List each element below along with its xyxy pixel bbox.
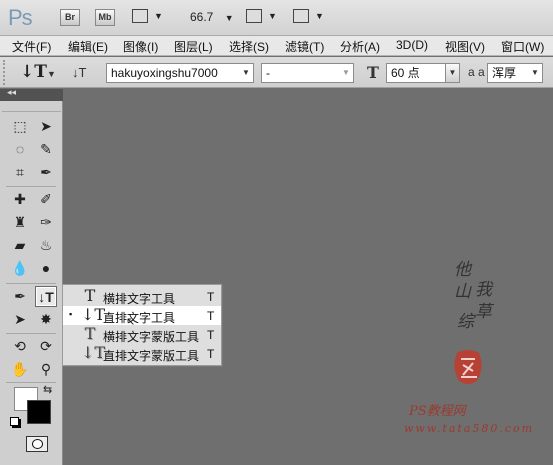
crop-tool[interactable]: ⌗ [9,162,31,183]
menu-3d[interactable]: 3D(D) [396,38,428,52]
dodge-tool[interactable]: ● [35,258,57,279]
menu-select[interactable]: 选择(S) [229,38,269,55]
lasso-tool[interactable]: ◌ [9,139,31,160]
vertical-type-tool-preset-icon[interactable]: ↓T [20,62,47,82]
clone-stamp-tool[interactable]: ♜ [9,212,31,233]
watermark-url: www.tata580.com [404,422,535,435]
toggle-text-orientation-icon[interactable]: ↓T [72,65,86,80]
menu-view[interactable]: 视图(V) [445,38,485,55]
vertical-type-tool[interactable]: ↓T [35,286,57,307]
history-brush-tool[interactable]: ✑ [35,212,57,233]
menu-filter[interactable]: 滤镜(T) [285,38,324,55]
brush-tool[interactable]: ✐ [35,189,57,210]
rectangular-marquee-tool[interactable]: ⬚ [9,116,31,137]
font-style-select[interactable]: - ▼ [261,63,354,83]
font-family-value: hakuyoxingshu7000 [111,66,218,80]
font-style-value: - [266,66,270,80]
tools-panel: ◂◂ ⬚ ➤ ◌ ✎ ⌗ ✒ ✚ ✐ ♜ ✑ ▰ ♨ 💧 ● ✒ ↓T ➤ ✸ … [0,87,63,465]
layout-grid-icon [246,9,262,23]
collapse-icon[interactable]: ◂◂ [7,87,16,98]
font-family-select[interactable]: hakuyoxingshu7000 ▼ [106,63,254,83]
tools-panel-grip[interactable] [2,102,61,112]
3d-orbit-tool[interactable]: ⟳ [35,336,57,357]
paint-bucket-tool[interactable]: ♨ [35,235,57,256]
antialias-value: 浑厚 [492,66,517,80]
quick-mask-icon [32,439,43,449]
watermark-site-name: PS教程网 [409,404,466,419]
zoom-value: 66.7 [190,10,214,24]
swap-colors-icon[interactable]: ⇆ [43,383,52,396]
red-seal-stamp [454,350,482,384]
hand-tool[interactable]: ✋ [9,359,31,380]
menu-file[interactable]: 文件(F) [12,38,51,55]
toolbox-divider [6,283,56,284]
blur-tool[interactable]: 💧 [9,258,31,279]
antialias-select[interactable]: 浑厚 ▼ [487,63,543,83]
chevron-down-icon: ▼ [445,64,459,82]
font-size-value: 60 点 [391,66,420,80]
eyedropper-tool[interactable]: ✒ [35,162,57,183]
chevron-down-icon: ▼ [315,11,324,21]
launch-bridge-button[interactable]: Br [60,9,80,26]
screen-mode-icon [293,9,309,23]
chevron-down-icon: ▼ [268,11,277,21]
zoom-tool[interactable]: ⚲ [35,359,57,380]
options-bar-grip[interactable] [3,60,7,85]
launch-minibridge-button[interactable]: Mb [95,9,115,26]
font-size-icon: T [367,63,379,82]
quick-selection-tool[interactable]: ✎ [35,139,57,160]
zoom-level-dropdown[interactable]: 66.7 ▼ [190,10,234,24]
3d-rotate-tool[interactable]: ⟲ [9,336,31,357]
photoshop-logo: Ps [8,5,33,30]
canvas-area[interactable]: 他山 我草 综 PS教程网 www.tata580.com [64,89,553,465]
options-bar: ↓T ▼ ↓T hakuyoxingshu7000 ▼ - ▼ T 60 点 ▼… [0,57,553,88]
watermark-column-2: 我草 [475,280,492,322]
custom-shape-tool[interactable]: ✸ [35,309,57,330]
watermark-column-3: 综 [457,312,474,332]
toolbox-divider [6,333,56,334]
menu-bar: 文件(F) 编辑(E) 图像(I) 图层(L) 选择(S) 滤镜(T) 分析(A… [0,36,553,56]
application-bar: Ps Br Mb ▼ 66.7 ▼ ▼ ▼ [0,0,553,36]
toolbox-divider [6,186,56,187]
antialias-icon: a a [468,65,485,79]
watermark-column-1: 他山 [454,260,471,302]
chevron-down-icon: ▼ [154,11,163,21]
chevron-down-icon: ▼ [531,68,539,77]
spot-healing-brush-tool[interactable]: ✚ [9,189,31,210]
film-icon [132,9,148,23]
chevron-down-icon[interactable]: ▼ [47,69,56,79]
tools-panel-header[interactable]: ◂◂ [0,87,63,101]
eraser-tool[interactable]: ▰ [9,235,31,256]
move-tool[interactable]: ➤ [35,116,57,137]
chevron-down-icon: ▼ [342,68,350,77]
menu-edit[interactable]: 编辑(E) [68,38,108,55]
chevron-down-icon: ▼ [224,13,234,23]
chevron-down-icon: ▼ [242,68,250,77]
menu-window[interactable]: 窗口(W) [501,38,544,55]
quick-mask-button[interactable] [26,436,48,452]
menu-image[interactable]: 图像(I) [123,38,158,55]
menu-analysis[interactable]: 分析(A) [340,38,380,55]
font-size-select[interactable]: 60 点 ▼ [386,63,460,83]
default-colors-icon[interactable] [10,417,19,426]
menu-layer[interactable]: 图层(L) [174,38,213,55]
pen-tool[interactable]: ✒ [9,286,31,307]
path-selection-tool[interactable]: ➤ [9,309,31,330]
background-color-swatch[interactable] [27,400,51,424]
